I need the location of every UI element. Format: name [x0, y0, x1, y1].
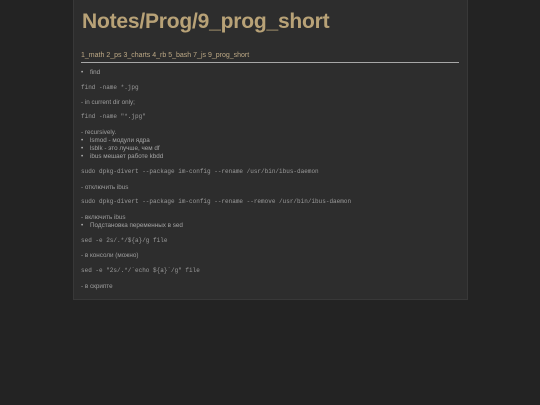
page-title: Notes/Prog/9_prog_short: [82, 10, 330, 33]
text-line: - in current dir only;: [81, 99, 135, 106]
note-page: Notes/Prog/9_prog_short 1_math 2_ps 3_ch…: [74, 0, 467, 299]
code-line: find -name "*.jpg": [81, 113, 146, 120]
list-item: Подстановка переменных в sed: [81, 222, 183, 229]
text-line: - включить ibus: [81, 214, 126, 221]
nav-link-1-math[interactable]: 1_math: [81, 52, 104, 59]
code-line: sed -e 2s/.*/${a}/g file: [81, 237, 168, 244]
nav-link-7-js[interactable]: 7_js: [193, 52, 206, 59]
list-item: lsblk - это лучше, чем df: [81, 145, 160, 152]
nav-link-9-prog-short[interactable]: 9_prog_short: [208, 52, 249, 59]
header-divider: [81, 62, 459, 63]
list-item: ibus мешает работе kbdd: [81, 153, 163, 160]
text-line: - в скрипте: [81, 283, 113, 290]
list-item: lsmod - модули ядра: [81, 137, 150, 144]
code-line: find -name *.jpg: [81, 84, 139, 91]
code-line: sudo dpkg-divert --package im-config --r…: [81, 168, 319, 175]
code-line: sudo dpkg-divert --package im-config --r…: [81, 198, 352, 205]
nav-link-2-ps[interactable]: 2_ps: [106, 52, 121, 59]
list-item: find: [81, 69, 100, 76]
text-line: - recursively.: [81, 129, 117, 136]
text-line: - отключить ibus: [81, 184, 129, 191]
breadcrumb-nav: 1_math 2_ps 3_charts 4_rb 5_bash 7_js 9_…: [81, 52, 249, 59]
nav-link-5-bash[interactable]: 5_bash: [168, 52, 191, 59]
text-line: - в консоли (можно): [81, 252, 139, 259]
code-line: sed -e "2s/.*/`echo ${a}`/g" file: [81, 267, 200, 274]
nav-link-4-rb[interactable]: 4_rb: [152, 52, 166, 59]
nav-link-3-charts[interactable]: 3_charts: [123, 52, 150, 59]
